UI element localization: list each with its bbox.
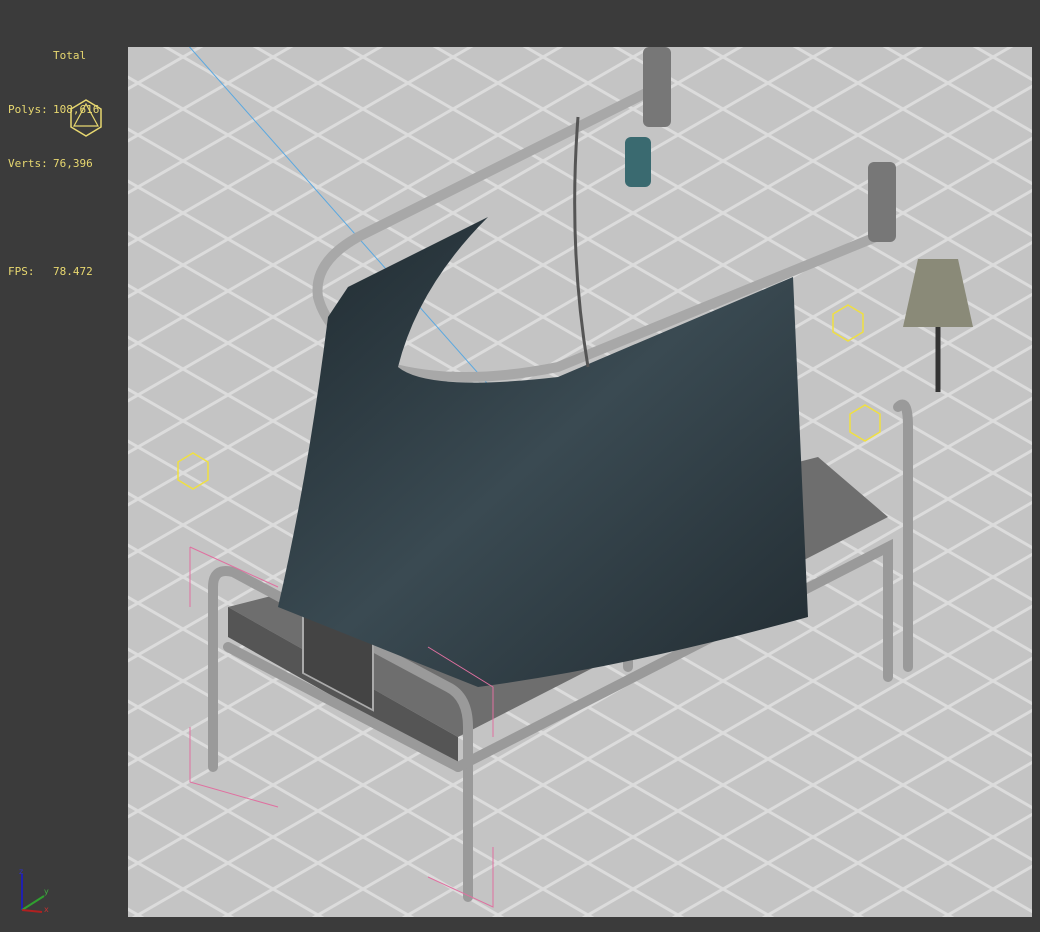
fps-label: FPS: — [8, 263, 53, 281]
scene — [128, 47, 1032, 917]
viewport-statistics: Total Polys:108,616 Verts:76,396 FPS:78.… — [8, 11, 99, 299]
verts-value: 76,396 — [53, 155, 93, 173]
polys-label: Polys: — [8, 101, 53, 119]
verts-label: Verts: — [8, 155, 53, 173]
axis-z-label: z — [19, 867, 23, 876]
axis-y-label: y — [44, 887, 49, 896]
light-helper-icon[interactable] — [68, 98, 104, 138]
fps-value: 78.472 — [53, 263, 93, 281]
axis-x-label: x — [44, 905, 49, 914]
axis-gizmo: z y x — [14, 866, 54, 916]
perspective-viewport[interactable] — [128, 47, 1032, 917]
stats-header: Total — [8, 47, 99, 65]
